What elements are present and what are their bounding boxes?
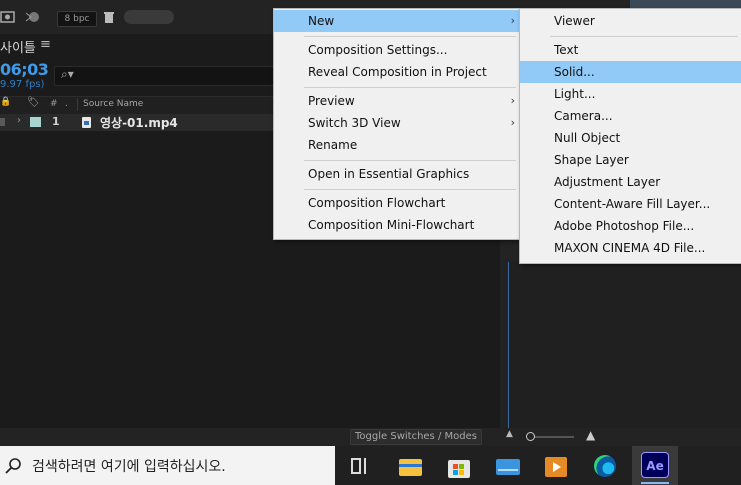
zoom-out-icon[interactable]: ▲: [506, 429, 513, 439]
submenu-item-viewer[interactable]: Viewer: [520, 10, 741, 32]
label-column-icon: 🏷: [27, 97, 40, 108]
edge-browser-icon[interactable]: [591, 452, 619, 480]
toggle-switches-modes-button[interactable]: Toggle Switches / Modes: [350, 429, 482, 445]
menu-item-composition-flowchart[interactable]: Composition Flowchart: [274, 192, 521, 214]
expand-chevron-icon[interactable]: ›: [17, 115, 21, 126]
submenu-arrow-icon: ›: [510, 14, 515, 27]
task-view-icon[interactable]: [346, 452, 374, 480]
context-menu: New › Composition Settings... Reveal Comp…: [273, 8, 522, 240]
file-explorer-icon[interactable]: [397, 452, 425, 480]
submenu-item-content-aware-fill[interactable]: Content-Aware Fill Layer...: [520, 193, 741, 215]
submenu-arrow-icon: ›: [510, 116, 515, 129]
menu-item-reveal-composition[interactable]: Reveal Composition in Project: [274, 61, 521, 83]
taskbar-search-placeholder[interactable]: 검색하려면 여기에 입력하십시오.: [32, 456, 226, 476]
column-divider: [77, 98, 78, 111]
submenu-item-null-object[interactable]: Null Object: [520, 127, 741, 149]
zoom-slider-thumb[interactable]: [526, 432, 535, 441]
menu-item-preview[interactable]: Preview ›: [274, 90, 521, 112]
menu-item-essential-graphics[interactable]: Open in Essential Graphics: [274, 163, 521, 185]
submenu-item-cinema4d-file[interactable]: MAXON CINEMA 4D File...: [520, 237, 741, 259]
menu-item-composition-settings[interactable]: Composition Settings...: [274, 39, 521, 61]
submenu-item-adjustment-layer[interactable]: Adjustment Layer: [520, 171, 741, 193]
comp-tab-title[interactable]: 사이틀: [0, 37, 36, 56]
submenu-item-text[interactable]: Text: [520, 39, 741, 61]
motion-blur-icon[interactable]: [24, 10, 42, 24]
bpc-button[interactable]: 8 bpc: [57, 11, 97, 27]
source-name-column[interactable]: Source Name: [83, 99, 143, 109]
submenu-arrow-icon: ›: [510, 94, 515, 107]
microsoft-store-icon[interactable]: [445, 452, 473, 480]
zoom-in-icon[interactable]: ▲: [586, 428, 595, 442]
lock-column-icon: 🔒: [0, 97, 12, 107]
menu-item-composition-mini-flowchart[interactable]: Composition Mini-Flowchart: [274, 214, 521, 236]
column-separator: .: [65, 99, 68, 109]
layer-number-column: #: [50, 99, 58, 109]
lock-toggle[interactable]: [0, 118, 5, 126]
fps-readout: 9.97 fps): [0, 79, 45, 90]
active-app-indicator: [641, 482, 669, 484]
panel-menu-icon[interactable]: ≡: [40, 37, 51, 52]
trash-icon[interactable]: [102, 10, 116, 24]
zoom-slider-track[interactable]: [530, 436, 574, 438]
submenu-item-shape-layer[interactable]: Shape Layer: [520, 149, 741, 171]
new-submenu: Viewer Text Solid... Light... Camera... …: [519, 8, 741, 264]
submenu-item-photoshop-file[interactable]: Adobe Photoshop File...: [520, 215, 741, 237]
submenu-item-light[interactable]: Light...: [520, 83, 741, 105]
composition-frame[interactable]: [508, 262, 741, 428]
menu-item-new[interactable]: New ›: [274, 10, 521, 32]
layer-name[interactable]: 영상-01.mp4: [100, 114, 178, 131]
snapshot-icon[interactable]: [0, 10, 16, 24]
after-effects-icon[interactable]: Ae: [641, 452, 669, 478]
layer-label-color[interactable]: [30, 117, 41, 127]
current-time-display[interactable]: 06;03: [0, 60, 49, 79]
layer-search-input[interactable]: ⌕▾: [54, 66, 282, 86]
search-icon: ⌕▾: [61, 67, 74, 81]
submenu-item-camera[interactable]: Camera...: [520, 105, 741, 127]
layer-number: 1: [52, 115, 60, 128]
toolbar-slider[interactable]: [124, 10, 174, 24]
menu-item-switch-3d-view[interactable]: Switch 3D View ›: [274, 112, 521, 134]
search-icon: [5, 458, 21, 474]
menu-item-rename[interactable]: Rename: [274, 134, 521, 156]
submenu-item-solid[interactable]: Solid...: [520, 61, 741, 83]
media-player-icon[interactable]: [542, 452, 570, 480]
mail-icon[interactable]: [494, 452, 522, 480]
footage-file-icon: [82, 117, 91, 128]
